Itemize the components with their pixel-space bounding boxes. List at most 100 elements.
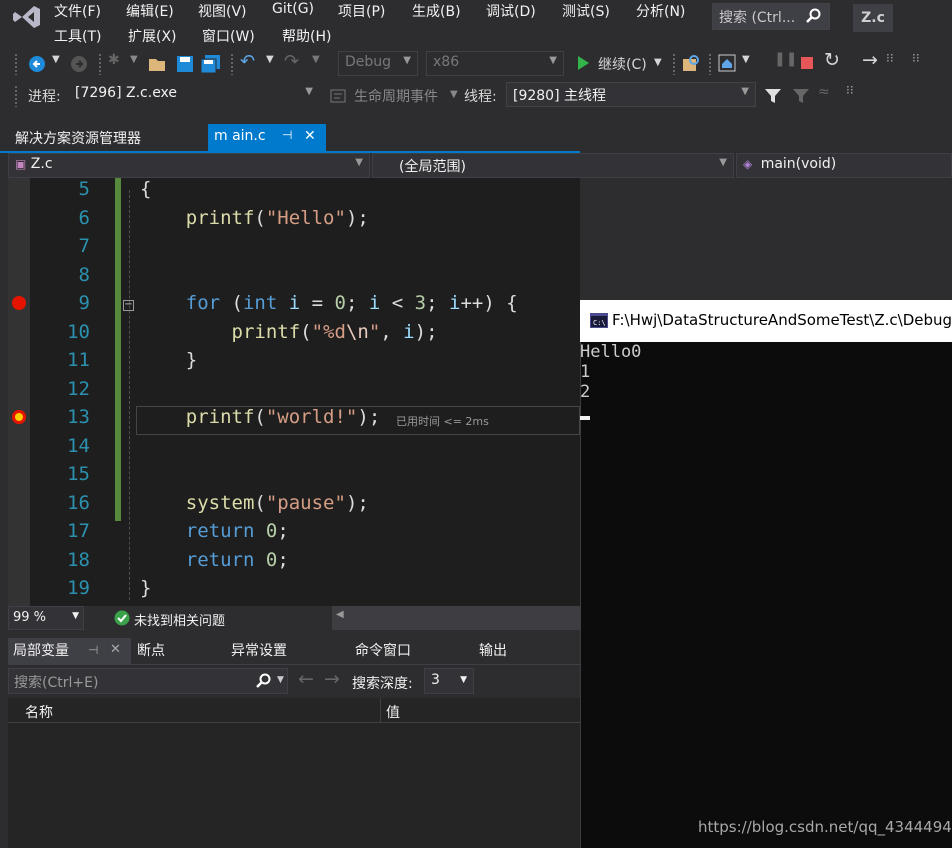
locals-search-input[interactable]: 搜索(Ctrl+E) ▼ — [8, 668, 288, 694]
console-window[interactable] — [580, 300, 952, 848]
close-icon[interactable]: ✕ — [110, 642, 121, 657]
close-icon[interactable]: ✕ — [304, 128, 316, 144]
zoom-dropdown[interactable]: 99 % ▼ — [8, 606, 84, 630]
step-over-icon[interactable]: ⁝⁝ — [912, 51, 920, 65]
tab-main-c[interactable]: m ain.c ⊣ ✕ — [208, 124, 326, 152]
code-line[interactable]: { — [140, 178, 151, 200]
show-threads-icon[interactable]: ≈ — [818, 84, 830, 100]
menu-debug[interactable]: 调试(D) — [486, 1, 536, 21]
menu-test[interactable]: 测试(S) — [562, 1, 610, 21]
navigate-forward-icon[interactable] — [70, 55, 88, 73]
continue-button[interactable]: 继续(C) ▼ — [574, 52, 666, 76]
menu-view[interactable]: 视图(V) — [198, 1, 247, 21]
toolbar-grip-icon[interactable] — [98, 53, 102, 75]
tab-locals[interactable]: 局部变量 — [13, 640, 69, 660]
member-dropdown[interactable]: ◈ main(void) — [736, 153, 952, 178]
issues-status[interactable]: 未找到相关问题 — [134, 610, 225, 629]
show-next-statement-icon[interactable]: → — [862, 49, 878, 71]
configuration-dropdown[interactable]: Debug ▼ — [338, 51, 418, 76]
menu-window[interactable]: 窗口(W) — [202, 26, 255, 46]
scope-dropdown[interactable]: (全局范围) ▼ — [372, 153, 734, 178]
pin-icon[interactable]: ⊣ — [88, 643, 98, 657]
save-all-icon[interactable] — [200, 55, 222, 73]
solution-name-badge[interactable]: Z.c — [853, 4, 893, 32]
search-forward-icon[interactable]: → — [324, 668, 340, 690]
chevron-down-icon[interactable]: ▼ — [277, 675, 284, 685]
lifecycle-events-label[interactable]: 生命周期事件 — [354, 86, 438, 106]
toolbar-grip-icon[interactable] — [230, 53, 234, 75]
toolbar-grip-icon[interactable] — [708, 53, 712, 75]
column-header-value[interactable]: 值 — [386, 702, 400, 722]
tab-output[interactable]: 输出 — [479, 640, 507, 660]
code-line[interactable]: } — [140, 577, 151, 599]
toolbar-grip-icon[interactable] — [672, 53, 676, 75]
flag-threads-icon[interactable] — [792, 87, 810, 105]
console-title-bar[interactable]: C:\ F:\Hwj\DataStructureAndSomeTest\Z.c\… — [580, 300, 952, 342]
code-line[interactable]: return 0; — [140, 549, 289, 571]
redo-icon[interactable]: ↷ — [284, 51, 299, 72]
menu-extensions[interactable]: 扩展(X) — [128, 26, 177, 46]
home-icon[interactable] — [718, 54, 736, 72]
chevron-down-icon[interactable]: ▼ — [52, 54, 60, 65]
pin-icon[interactable]: ⊣ — [282, 128, 292, 142]
collapse-region-icon[interactable]: − — [123, 300, 134, 311]
chevron-down-icon[interactable]: ▼ — [266, 54, 274, 65]
code-line[interactable]: system("pause"); — [140, 492, 369, 514]
navigate-back-icon[interactable] — [28, 55, 46, 73]
column-separator[interactable] — [380, 698, 381, 723]
scroll-left-icon[interactable]: ◀ — [336, 609, 344, 620]
undo-icon[interactable]: ↶ — [240, 51, 255, 72]
code-token: ); — [357, 406, 381, 428]
code-line[interactable]: return 0; — [140, 520, 289, 542]
code-line[interactable]: } — [140, 349, 197, 371]
code-line[interactable]: for (int i = 0; i < 3; i++) { — [140, 292, 518, 314]
menu-edit[interactable]: 编辑(E) — [126, 1, 174, 21]
horizontal-scrollbar[interactable]: ◀ — [332, 606, 580, 630]
pause-icon[interactable]: ❚❚ — [774, 51, 797, 67]
breakpoint-icon[interactable] — [12, 296, 26, 310]
menu-analyze[interactable]: 分析(N) — [636, 1, 685, 21]
search-box[interactable]: 搜索 (Ctrl... — [712, 3, 830, 30]
tab-exception-settings[interactable]: 异常设置 — [231, 640, 287, 660]
find-in-files-icon[interactable] — [682, 54, 700, 72]
project-dropdown[interactable]: ▣ Z.c ▼ — [8, 153, 370, 178]
search-back-icon[interactable]: ← — [298, 668, 314, 690]
chevron-down-icon[interactable]: ▼ — [742, 54, 750, 65]
process-dropdown[interactable]: [7296] Z.c.exe ▼ — [68, 82, 320, 107]
code-editor[interactable] — [8, 178, 580, 606]
column-header-name[interactable]: 名称 — [25, 702, 53, 722]
code-line[interactable]: printf("world!"); — [140, 406, 381, 428]
tab-solution-explorer[interactable]: 解决方案资源管理器 — [10, 124, 210, 151]
new-item-icon[interactable]: ✱ — [108, 52, 120, 68]
chevron-down-icon[interactable]: ▼ — [450, 89, 458, 100]
menu-git[interactable]: Git(G) — [272, 1, 314, 17]
menu-help[interactable]: 帮助(H) — [282, 26, 331, 46]
thread-dropdown[interactable]: [9280] 主线程 ▼ — [506, 82, 756, 107]
step-into-icon[interactable]: ⁝⁝ — [886, 51, 894, 65]
search-icon[interactable] — [255, 673, 271, 689]
toolbar-grip-icon[interactable] — [14, 85, 18, 107]
filter-icon[interactable] — [764, 87, 782, 105]
tab-command-window[interactable]: 命令窗口 — [355, 640, 411, 660]
platform-dropdown[interactable]: x86 ▼ — [426, 51, 564, 76]
chevron-down-icon[interactable]: ▼ — [130, 54, 138, 65]
menu-project[interactable]: 项目(P) — [338, 1, 385, 21]
restart-icon[interactable]: ↻ — [824, 49, 840, 71]
open-folder-icon[interactable] — [148, 55, 168, 73]
menu-tools[interactable]: 工具(T) — [54, 26, 101, 46]
glyph-margin[interactable] — [8, 178, 30, 606]
tab-breakpoints[interactable]: 断点 — [137, 640, 165, 660]
lifecycle-events-icon[interactable] — [330, 88, 346, 104]
save-icon[interactable] — [176, 55, 194, 73]
code-line[interactable]: printf("%d\n", i); — [140, 321, 438, 343]
search-depth-dropdown[interactable]: 3 ▼ — [424, 668, 474, 694]
breakpoint-current-icon[interactable] — [12, 410, 26, 424]
toolbar-overflow-icon[interactable]: ⁝⁝ — [846, 83, 854, 97]
menu-build[interactable]: 生成(B) — [412, 1, 461, 21]
code-line[interactable]: printf("Hello"); — [140, 207, 369, 229]
menu-file[interactable]: 文件(F) — [54, 1, 101, 21]
chevron-down-icon[interactable]: ▼ — [312, 54, 320, 65]
stop-icon[interactable] — [800, 56, 814, 70]
toolbar-grip-icon[interactable] — [14, 53, 18, 75]
